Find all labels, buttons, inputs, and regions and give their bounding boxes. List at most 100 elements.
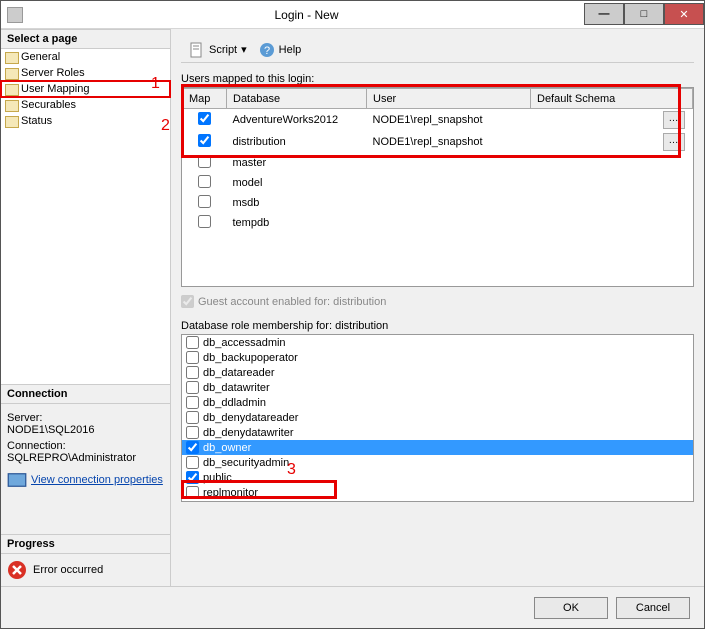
page-item-general[interactable]: General <box>1 49 170 65</box>
roles-label: Database role membership for: distributi… <box>181 320 694 332</box>
role-checkbox[interactable] <box>186 411 199 424</box>
ok-button[interactable]: OK <box>534 597 608 619</box>
schema-browse-button[interactable]: … <box>663 133 685 151</box>
col-database[interactable]: Database <box>227 89 367 109</box>
role-label: replmonitor <box>203 487 258 499</box>
user-cell <box>367 153 531 173</box>
role-item-db_securityadmin[interactable]: db_securityadmin <box>182 455 693 470</box>
login-new-window: Login - New — □ ✕ Select a page GeneralS… <box>0 0 705 629</box>
chevron-down-icon: ▾ <box>241 43 247 56</box>
close-button[interactable]: ✕ <box>664 3 704 25</box>
connection-label: Connection: <box>7 440 164 452</box>
col-user[interactable]: User <box>367 89 531 109</box>
db-cell: msdb <box>227 193 367 213</box>
main-panel: Script ▾ ? Help Users mapped to this log… <box>171 29 704 586</box>
role-item-db_backupoperator[interactable]: db_backupoperator <box>182 350 693 365</box>
connection-value: SQLREPRO\Administrator <box>7 452 164 464</box>
table-row[interactable]: msdb <box>183 193 693 213</box>
schema-cell: … <box>531 131 693 153</box>
table-row[interactable]: model <box>183 173 693 193</box>
user-cell <box>367 193 531 213</box>
window-title: Login - New <box>29 8 584 22</box>
role-checkbox[interactable] <box>186 456 199 469</box>
map-checkbox[interactable] <box>198 195 211 208</box>
role-label: db_securityadmin <box>203 457 289 469</box>
schema-cell <box>531 173 693 193</box>
server-value: NODE1\SQL2016 <box>7 424 164 436</box>
role-item-db_datawriter[interactable]: db_datawriter <box>182 380 693 395</box>
role-item-replmonitor[interactable]: replmonitor <box>182 485 693 500</box>
role-checkbox[interactable] <box>186 366 199 379</box>
properties-icon <box>7 470 27 490</box>
users-mapped-table[interactable]: Map Database User Default Schema Adventu… <box>181 87 694 287</box>
svg-text:?: ? <box>264 45 270 57</box>
role-checkbox[interactable] <box>186 396 199 409</box>
page-item-server-roles[interactable]: Server Roles <box>1 65 170 81</box>
toolbar: Script ▾ ? Help <box>181 37 694 63</box>
map-checkbox[interactable] <box>198 175 211 188</box>
cancel-button[interactable]: Cancel <box>616 597 690 619</box>
role-label: db_backupoperator <box>203 352 298 364</box>
role-item-db_ddladmin[interactable]: db_ddladmin <box>182 395 693 410</box>
role-membership-list[interactable]: db_accessadmin db_backupoperator db_datare… <box>181 334 694 502</box>
user-cell: NODE1\repl_snapshot <box>367 131 531 153</box>
role-checkbox[interactable] <box>186 486 199 499</box>
role-checkbox[interactable] <box>186 441 199 454</box>
map-checkbox[interactable] <box>198 215 211 228</box>
map-checkbox[interactable] <box>198 134 211 147</box>
table-row[interactable]: tempdb <box>183 213 693 233</box>
role-label: db_accessadmin <box>203 337 286 349</box>
role-item-db_denydatareader[interactable]: db_denydatareader <box>182 410 693 425</box>
role-item-db_datareader[interactable]: db_datareader <box>182 365 693 380</box>
page-item-status[interactable]: Status <box>1 113 170 129</box>
role-item-public[interactable]: public <box>182 470 693 485</box>
col-schema[interactable]: Default Schema <box>531 89 693 109</box>
role-label: db_owner <box>203 442 251 454</box>
role-label: db_denydatawriter <box>203 427 294 439</box>
footer: OK Cancel <box>1 586 704 628</box>
table-row[interactable]: master <box>183 153 693 173</box>
role-item-db_denydatawriter[interactable]: db_denydatawriter <box>182 425 693 440</box>
progress-text: Error occurred <box>33 564 103 576</box>
connection-header: Connection <box>1 384 170 404</box>
role-label: db_ddladmin <box>203 397 266 409</box>
db-cell: tempdb <box>227 213 367 233</box>
maximize-button[interactable]: □ <box>624 3 664 25</box>
role-checkbox[interactable] <box>186 426 199 439</box>
page-item-user-mapping[interactable]: User Mapping <box>1 81 170 97</box>
select-page-header: Select a page <box>1 29 170 49</box>
view-connection-link[interactable]: View connection properties <box>31 474 163 486</box>
script-icon <box>189 42 205 58</box>
role-label: db_datareader <box>203 367 275 379</box>
map-checkbox[interactable] <box>198 155 211 168</box>
mapped-label: Users mapped to this login: <box>181 73 694 85</box>
schema-cell: … <box>531 109 693 132</box>
role-item-db_accessadmin[interactable]: db_accessadmin <box>182 335 693 350</box>
user-cell: NODE1\repl_snapshot <box>367 109 531 132</box>
error-icon <box>7 560 27 580</box>
role-item-db_owner[interactable]: db_owner <box>182 440 693 455</box>
page-list: GeneralServer RolesUser MappingSecurable… <box>1 49 170 129</box>
schema-browse-button[interactable]: … <box>663 111 685 129</box>
page-item-securables[interactable]: Securables <box>1 97 170 113</box>
annotation-3: 3 <box>287 461 296 479</box>
progress-header: Progress <box>1 534 170 554</box>
user-cell <box>367 213 531 233</box>
col-map[interactable]: Map <box>183 89 227 109</box>
script-button[interactable]: Script ▾ <box>185 40 251 60</box>
table-row[interactable]: distributionNODE1\repl_snapshot… <box>183 131 693 153</box>
map-checkbox[interactable] <box>198 112 211 125</box>
guest-label: Guest account enabled for: distribution <box>198 296 386 308</box>
sidebar: Select a page GeneralServer RolesUser Ma… <box>1 29 171 586</box>
role-checkbox[interactable] <box>186 336 199 349</box>
role-checkbox[interactable] <box>186 471 199 484</box>
help-button[interactable]: ? Help <box>255 40 306 60</box>
role-label: public <box>203 472 232 484</box>
role-checkbox[interactable] <box>186 381 199 394</box>
table-row[interactable]: AdventureWorks2012NODE1\repl_snapshot… <box>183 109 693 132</box>
role-checkbox[interactable] <box>186 351 199 364</box>
schema-cell <box>531 213 693 233</box>
schema-cell <box>531 153 693 173</box>
minimize-button[interactable]: — <box>584 3 624 25</box>
db-cell: model <box>227 173 367 193</box>
